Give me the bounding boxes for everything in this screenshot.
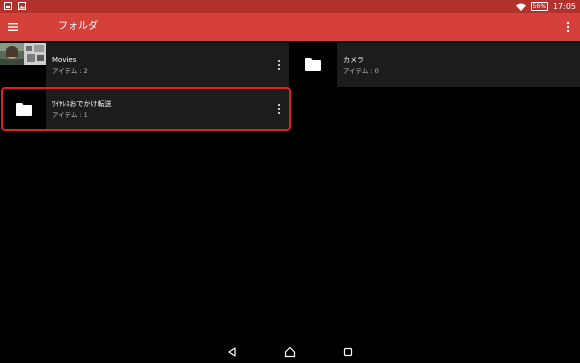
status-bar: 56% 17:05: [0, 0, 580, 13]
photo-thumbnail-2: [24, 43, 46, 65]
folder-thumb: [291, 43, 337, 87]
wifi-icon: [515, 3, 526, 11]
folder-item-movies[interactable]: Movies アイテム : 2: [0, 43, 289, 87]
gallery-icon: [4, 2, 12, 10]
more-vert-icon[interactable]: [276, 102, 282, 116]
photo-thumbnail-1: [0, 43, 24, 65]
folder-icon: [16, 103, 32, 116]
clock: 17:05: [552, 2, 576, 11]
battery-icon: 56%: [530, 2, 548, 11]
folder-icon: [305, 58, 321, 71]
home-icon[interactable]: [284, 346, 296, 358]
folder-item-camera[interactable]: カメラ アイテム : 0: [291, 43, 580, 87]
navigation-bar: [0, 341, 580, 363]
folder-item-count: アイテム : 2: [52, 67, 88, 75]
hamburger-menu-icon[interactable]: [6, 20, 20, 34]
page-title: フォルダ: [58, 21, 98, 32]
back-icon[interactable]: [226, 346, 238, 358]
folder-name: ﾜｲﾔﾚｽおでかけ転送: [52, 100, 112, 108]
more-vert-icon[interactable]: [276, 58, 282, 72]
folder-item-count: アイテム : 1: [52, 111, 88, 119]
photo-thumbnails: [0, 43, 46, 87]
folder-thumb: [3, 89, 46, 129]
more-vert-icon[interactable]: [564, 20, 572, 34]
folder-name: Movies: [52, 56, 77, 64]
image-icon: [18, 2, 26, 10]
folder-item-wireless-transfer[interactable]: ﾜｲﾔﾚｽおでかけ転送 アイテム : 1: [3, 89, 289, 129]
app-bar: フォルダ: [0, 13, 580, 41]
recents-icon[interactable]: [342, 346, 354, 358]
folder-item-count: アイテム : 0: [343, 67, 379, 75]
folder-name: カメラ: [343, 56, 364, 64]
